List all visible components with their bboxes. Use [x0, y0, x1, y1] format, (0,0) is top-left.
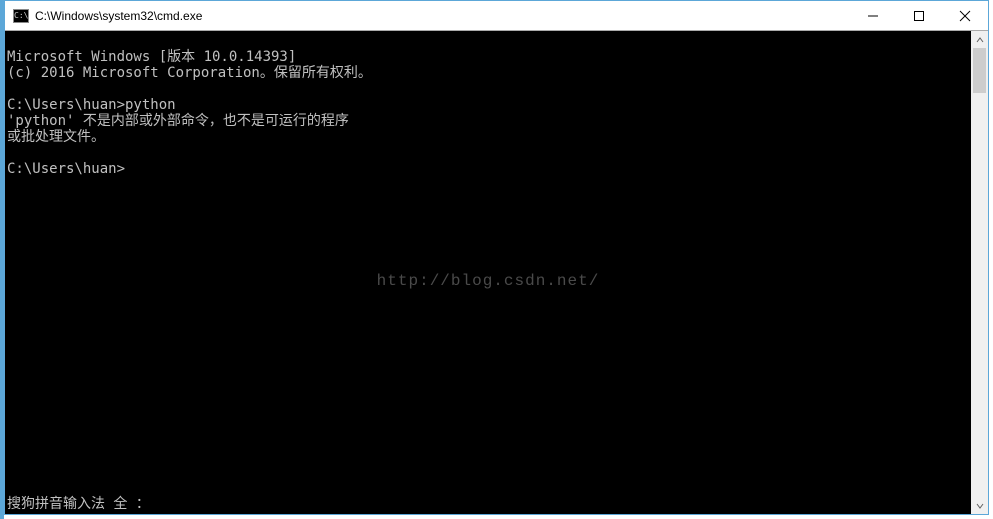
- client-area: Microsoft Windows [版本 10.0.14393] (c) 20…: [5, 31, 988, 514]
- scrollbar-thumb[interactable]: [973, 48, 986, 93]
- chevron-down-icon: [976, 502, 984, 510]
- terminal[interactable]: Microsoft Windows [版本 10.0.14393] (c) 20…: [5, 31, 971, 514]
- close-icon: [959, 10, 971, 22]
- vertical-scrollbar[interactable]: [971, 31, 988, 514]
- scroll-up-button[interactable]: [971, 31, 988, 48]
- scrollbar-track[interactable]: [971, 48, 988, 497]
- maximize-icon: [914, 11, 924, 21]
- app-icon[interactable]: C:\: [13, 9, 29, 23]
- term-line: Microsoft Windows [版本 10.0.14393] (c) 20…: [7, 49, 372, 177]
- minimize-icon: [868, 11, 878, 21]
- cmd-window: C:\ C:\Windows\system32\cmd.exe Microsof…: [4, 0, 989, 515]
- close-button[interactable]: [942, 1, 988, 31]
- watermark-text: http://blog.csdn.net/: [377, 273, 600, 289]
- ime-status: 搜狗拼音输入法 全 ：: [7, 496, 150, 512]
- chevron-up-icon: [976, 36, 984, 44]
- titlebar[interactable]: C:\ C:\Windows\system32\cmd.exe: [5, 1, 988, 31]
- minimize-button[interactable]: [850, 1, 896, 31]
- maximize-button[interactable]: [896, 1, 942, 31]
- scroll-down-button[interactable]: [971, 497, 988, 514]
- window-title: C:\Windows\system32\cmd.exe: [35, 9, 202, 23]
